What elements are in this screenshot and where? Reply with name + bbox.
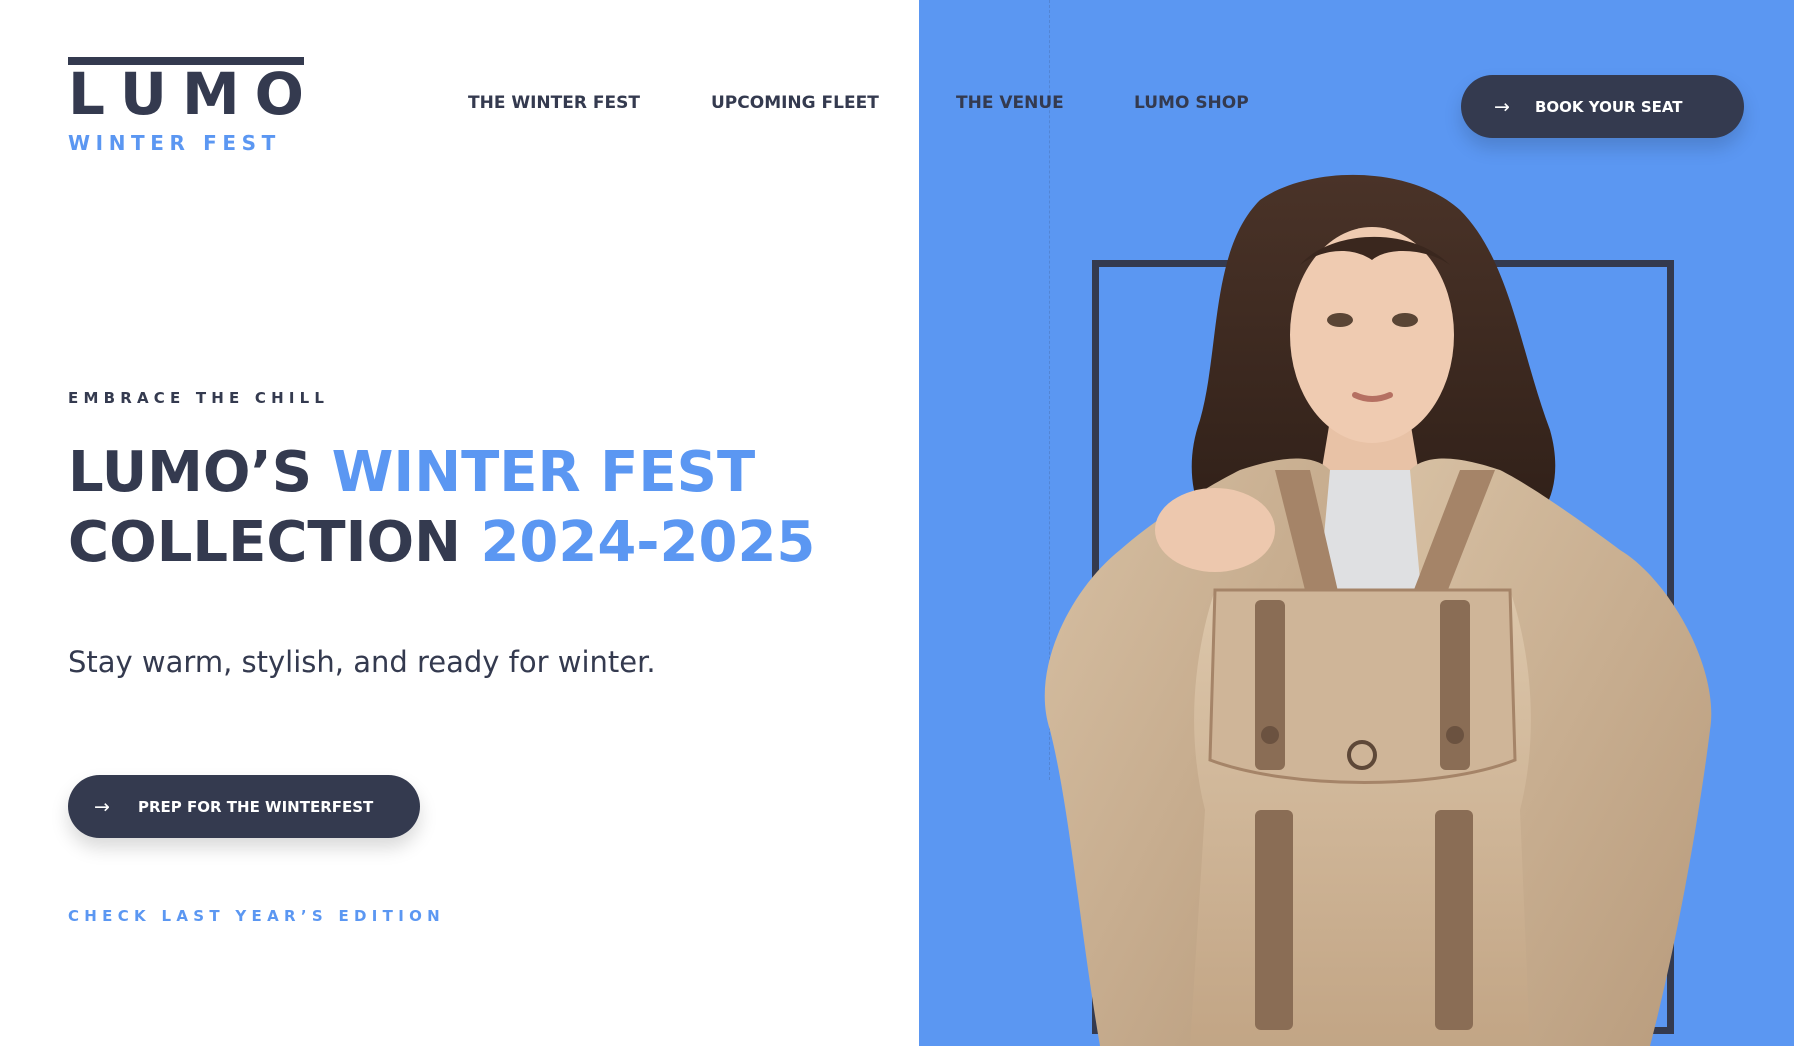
logo-letter: L (68, 60, 105, 128)
headline-line-1: LUMO’S WINTER FEST (68, 438, 815, 508)
lumo-logo[interactable]: L U M O WINTER FEST (68, 57, 304, 157)
headline-line-2: COLLECTION 2024-2025 (68, 508, 815, 578)
hero-tagline: Stay warm, stylish, and ready for winter… (68, 645, 656, 679)
nav-item-lumo-shop[interactable]: LUMO SHOP (1134, 93, 1249, 113)
book-your-seat-button[interactable]: → BOOK YOUR SEAT (1461, 75, 1744, 138)
logo-letter: O (254, 60, 304, 128)
logo-letter: M (181, 60, 240, 128)
prep-for-the-winterfest-button[interactable]: → PREP FOR THE WINTERFEST (68, 775, 420, 838)
logo-letter: U (119, 60, 168, 128)
nav-item-upcoming-fleet[interactable]: UPCOMING FLEET (711, 93, 879, 113)
arrow-right-icon: → (94, 795, 110, 818)
headline-part: COLLECTION (68, 510, 481, 575)
prep-for-the-winterfest-label: PREP FOR THE WINTERFEST (138, 797, 374, 816)
logo-subtitle: WINTER FEST (68, 131, 281, 155)
check-last-years-edition-link[interactable]: CHECK LAST YEAR’S EDITION (68, 907, 445, 925)
hero-eyebrow: EMBRACE THE CHILL (68, 389, 330, 407)
hero-headline: LUMO’S WINTER FEST COLLECTION 2024-2025 (68, 438, 815, 578)
model-photo (1044, 174, 1712, 1046)
logo-wordmark: L U M O (68, 57, 304, 123)
headline-part: LUMO’S (68, 440, 332, 505)
nav-item-the-venue[interactable]: THE VENUE (956, 93, 1064, 113)
arrow-right-icon: → (1494, 95, 1510, 118)
book-your-seat-label: BOOK YOUR SEAT (1535, 97, 1683, 116)
headline-accent: 2024-2025 (480, 510, 816, 575)
headline-accent: WINTER FEST (331, 440, 756, 505)
nav-item-the-winter-fest[interactable]: THE WINTER FEST (468, 93, 640, 113)
landing-page: L U M O WINTER FEST THE WINTER FEST UPCO… (0, 0, 1794, 1046)
